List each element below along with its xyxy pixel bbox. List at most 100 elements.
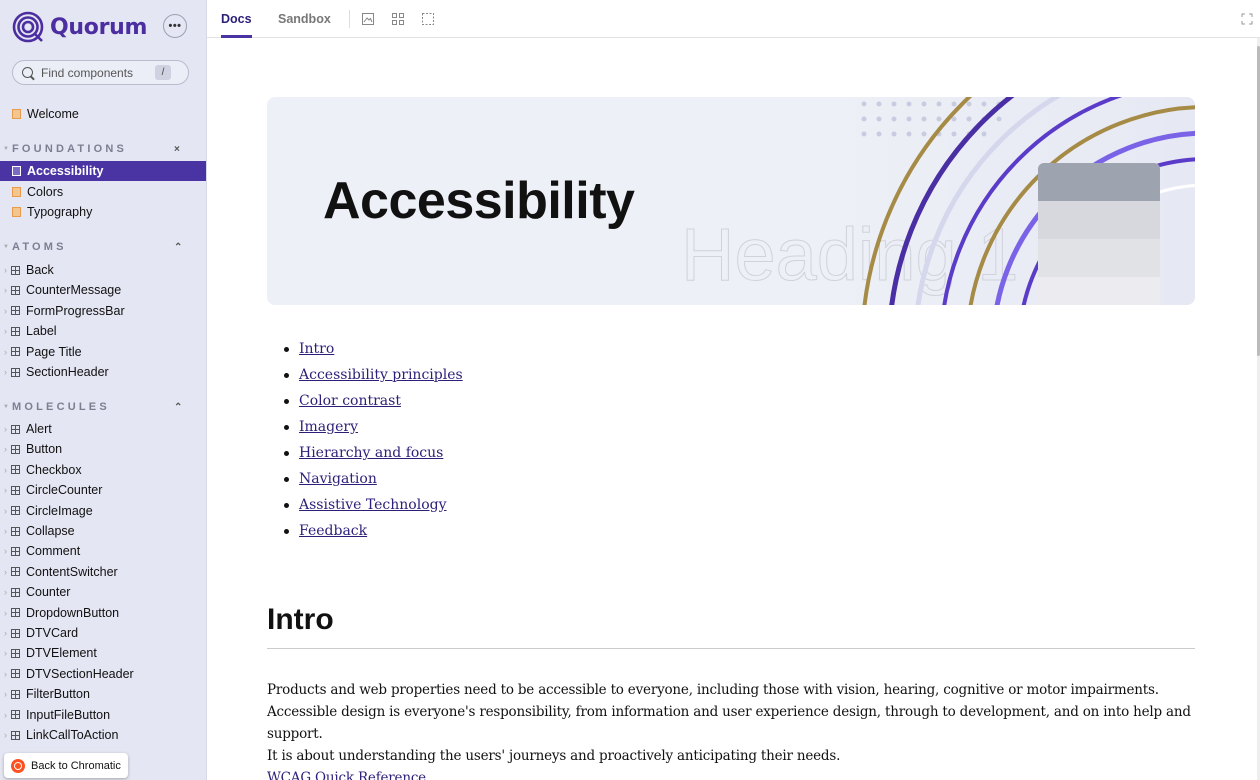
sidebar-item-accessibility[interactable]: Accessibility [0, 161, 206, 181]
toc-link[interactable]: Color contrast [299, 393, 401, 409]
sidebar-item[interactable]: › CircleImage [0, 501, 206, 521]
toc-item: Hierarchy and focus [267, 440, 463, 466]
sidebar-item[interactable]: › Button [0, 439, 206, 459]
expand-arrow-icon[interactable]: › [0, 367, 11, 377]
sidebar-item[interactable]: › Checkbox [0, 460, 206, 480]
docs-content: Heading 1 Accessibility Intro Accessibil… [207, 38, 1260, 780]
sidebar-item[interactable]: › DTVCard [0, 623, 206, 643]
expand-arrow-icon[interactable]: › [0, 587, 11, 597]
expand-arrow-icon[interactable]: › [0, 730, 11, 740]
sidebar-item[interactable]: › FilterButton [0, 684, 206, 704]
sidebar-item[interactable]: › Page Title [0, 342, 206, 362]
fullscreen-icon[interactable] [1241, 13, 1253, 25]
sidebar-item-label: CircleImage [26, 503, 93, 518]
expand-arrow-icon[interactable]: › [0, 648, 11, 658]
grid-icon[interactable] [392, 13, 404, 25]
expand-arrow-icon[interactable]: › [0, 506, 11, 516]
sidebar-item-typography[interactable]: Typography [0, 202, 206, 222]
group-molecules[interactable]: ▼ MOLECULES ⌃ [0, 399, 206, 415]
expand-arrow-icon[interactable]: › [0, 326, 11, 336]
sidebar-item[interactable]: › CounterMessage [0, 280, 206, 300]
expand-arrow-icon[interactable]: › [0, 669, 11, 679]
component-icon [11, 326, 20, 336]
search-input[interactable] [41, 65, 153, 80]
wcag-reference-link[interactable]: WCAG Quick Reference [267, 770, 426, 780]
expand-arrow-icon[interactable]: › [0, 689, 11, 699]
toc-link[interactable]: Navigation [299, 471, 377, 487]
image-icon[interactable] [362, 13, 374, 25]
component-icon [11, 465, 20, 475]
expand-toggle-icon[interactable]: ⌃ [174, 402, 182, 413]
sidebar-item[interactable]: › DropdownButton [0, 603, 206, 623]
component-icon [11, 265, 20, 275]
expand-arrow-icon[interactable]: › [0, 628, 11, 638]
toc-link[interactable]: Hierarchy and focus [299, 445, 443, 461]
sidebar-item[interactable]: › DTVSectionHeader [0, 664, 206, 684]
expand-arrow-icon[interactable]: › [0, 424, 11, 434]
sidebar-item[interactable]: › SectionHeader [0, 362, 206, 382]
sidebar-item-label: CircleCounter [26, 483, 103, 498]
sidebar-item[interactable]: › LinkCallToAction [0, 725, 206, 745]
brand-name: Quorum [50, 14, 148, 40]
toc-link[interactable]: Assistive Technology [299, 497, 447, 513]
group-foundations[interactable]: ▼ FOUNDATIONS × [0, 141, 206, 157]
group-atoms[interactable]: ▼ ATOMS ⌃ [0, 239, 206, 255]
expand-arrow-icon[interactable]: › [0, 546, 11, 556]
tab-sandbox[interactable]: Sandbox [278, 0, 331, 38]
sidebar-item-welcome[interactable]: Welcome [0, 104, 206, 124]
sidebar-item[interactable]: › Comment [0, 541, 206, 561]
toolbar-divider [349, 10, 350, 28]
expand-arrow-icon[interactable]: › [0, 710, 11, 720]
toc-link[interactable]: Feedback [299, 523, 367, 539]
expand-arrow-icon[interactable]: › [0, 265, 11, 275]
quorum-logo-icon [12, 11, 44, 43]
sidebar-item[interactable]: › ContentSwitcher [0, 562, 206, 582]
sidebar-item[interactable]: › Back [0, 260, 206, 280]
expand-arrow-icon[interactable]: › [0, 567, 11, 577]
sidebar-item[interactable]: › CircleCounter [0, 480, 206, 500]
sidebar-item-label: LinkCallToAction [26, 728, 119, 742]
sidebar-item[interactable]: › DTVElement [0, 643, 206, 663]
intro-line: It is about understanding the users' jou… [267, 748, 841, 764]
expand-arrow-icon[interactable]: › [0, 306, 11, 316]
toc-link[interactable]: Imagery [299, 419, 358, 435]
sidebar-item[interactable]: › InputFileButton [0, 705, 206, 725]
group-label: ATOMS [12, 241, 67, 253]
search-box[interactable]: / [12, 60, 189, 85]
tab-docs[interactable]: Docs [221, 0, 252, 38]
component-icon [11, 367, 20, 377]
expand-arrow-icon[interactable]: › [0, 444, 11, 454]
sidebar-item[interactable]: › Alert [0, 419, 206, 439]
toc-link[interactable]: Accessibility principles [299, 367, 463, 383]
expand-arrow-icon[interactable]: › [0, 465, 11, 475]
sidebar-item[interactable]: › Collapse [0, 521, 206, 541]
expand-arrow-icon[interactable]: › [0, 608, 11, 618]
shortcut-key: / [155, 65, 171, 80]
sidebar-item-label: Back [26, 263, 54, 277]
expand-arrow-icon[interactable]: › [0, 485, 11, 495]
search-icon [22, 67, 33, 78]
expand-arrow-icon[interactable]: › [0, 347, 11, 357]
outline-icon[interactable] [422, 13, 434, 25]
sidebar-item-label: Page Title [26, 344, 82, 359]
sidebar-item[interactable]: › Label [0, 321, 206, 341]
expand-toggle-icon[interactable]: ⌃ [174, 242, 182, 253]
sidebar-item-label: Colors [27, 185, 64, 199]
brand[interactable]: Quorum [12, 11, 147, 43]
expand-arrow-icon[interactable]: › [0, 526, 11, 536]
toc-link[interactable]: Intro [299, 341, 334, 357]
sidebar-item[interactable]: › FormProgressBar [0, 301, 206, 321]
collapse-all-icon[interactable]: × [174, 144, 180, 155]
component-icon [11, 444, 20, 454]
component-icon [11, 526, 20, 536]
expand-arrow-icon[interactable]: › [0, 285, 11, 295]
sidebar-item-label: Label [26, 324, 57, 339]
back-to-chromatic-button[interactable]: Back to Chromatic [4, 753, 128, 778]
heading-divider [267, 648, 1195, 649]
more-options-button[interactable]: ••• [163, 14, 187, 38]
sidebar-item[interactable]: › Counter [0, 582, 206, 602]
sidebar-item-colors[interactable]: Colors [0, 182, 206, 202]
bullet-icon [284, 476, 289, 482]
sidebar-item-label: CounterMessage [26, 283, 122, 298]
component-icon [11, 730, 20, 740]
